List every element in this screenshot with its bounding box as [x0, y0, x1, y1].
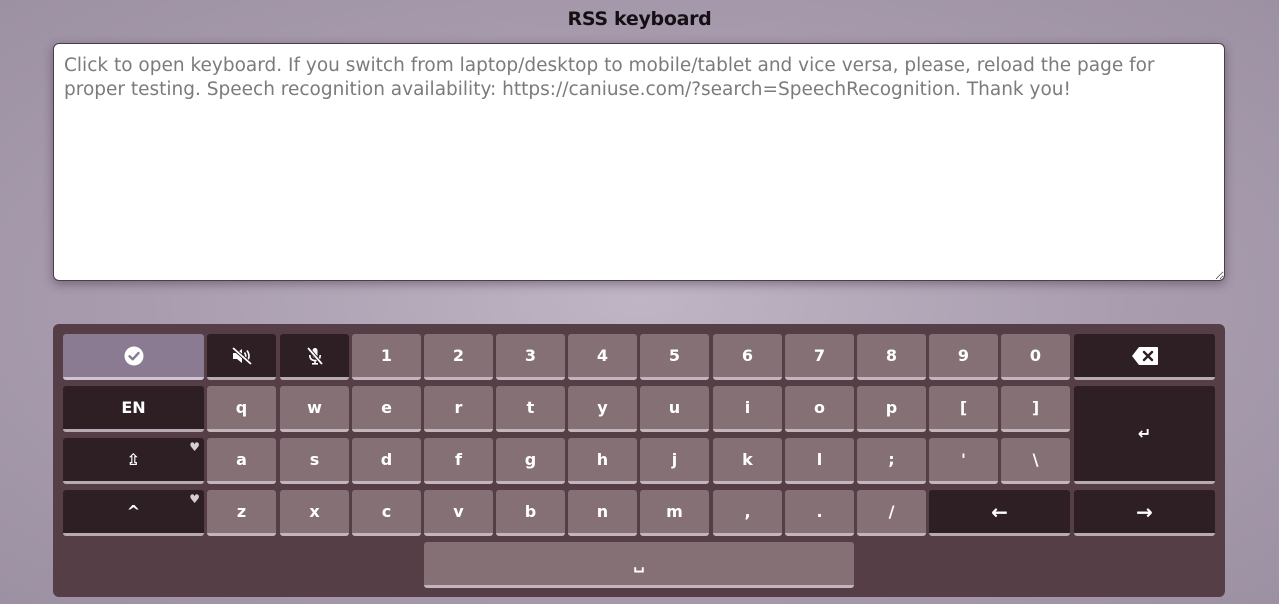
backspace-key[interactable]: [1074, 334, 1215, 380]
key-w[interactable]: w: [280, 386, 349, 432]
done-button[interactable]: [63, 334, 204, 380]
enter-key[interactable]: ↵: [1074, 386, 1215, 484]
key-backslash[interactable]: \: [1001, 438, 1070, 484]
key-n[interactable]: n: [568, 490, 637, 536]
arrow-right-key[interactable]: →: [1074, 490, 1215, 536]
key-k[interactable]: k: [713, 438, 782, 484]
key-period[interactable]: .: [785, 490, 854, 536]
key-t[interactable]: t: [496, 386, 565, 432]
key-0[interactable]: 0: [1001, 334, 1070, 380]
key-f[interactable]: f: [424, 438, 493, 484]
key-2[interactable]: 2: [424, 334, 493, 380]
caps-lock-key[interactable]: ⇫ ♥: [63, 438, 204, 484]
backspace-icon: [1131, 346, 1158, 365]
check-circle-icon: [124, 346, 144, 366]
key-3[interactable]: 3: [496, 334, 565, 380]
key-slash[interactable]: /: [857, 490, 926, 536]
shift-key[interactable]: ^ ♥: [63, 490, 204, 536]
key-l[interactable]: l: [785, 438, 854, 484]
key-b[interactable]: b: [496, 490, 565, 536]
key-quote[interactable]: ': [929, 438, 998, 484]
key-d[interactable]: d: [352, 438, 421, 484]
key-4[interactable]: 4: [568, 334, 637, 380]
key-u[interactable]: u: [640, 386, 709, 432]
key-5[interactable]: 5: [640, 334, 709, 380]
key-i[interactable]: i: [713, 386, 782, 432]
microphone-toggle-button[interactable]: [280, 334, 349, 380]
sound-toggle-button[interactable]: [207, 334, 276, 380]
space-key[interactable]: ␣: [424, 542, 854, 588]
key-h[interactable]: h: [568, 438, 637, 484]
shift-icon: ^: [126, 502, 141, 521]
key-7[interactable]: 7: [785, 334, 854, 380]
caps-lock-icon: ⇫: [126, 450, 141, 469]
key-x[interactable]: x: [280, 490, 349, 536]
key-a[interactable]: a: [207, 438, 276, 484]
volume-mute-icon: [231, 346, 252, 365]
key-p[interactable]: p: [857, 386, 926, 432]
text-input[interactable]: [53, 43, 1225, 281]
key-bracket-right[interactable]: ]: [1001, 386, 1070, 432]
virtual-keyboard: 1 2 3 4 5 6 7 8 9 0 EN q w e r t y u i o…: [53, 324, 1225, 597]
key-bracket-left[interactable]: [: [929, 386, 998, 432]
arrow-left-key[interactable]: ←: [929, 490, 1070, 536]
key-1[interactable]: 1: [352, 334, 421, 380]
key-e[interactable]: e: [352, 386, 421, 432]
key-r[interactable]: r: [424, 386, 493, 432]
key-z[interactable]: z: [207, 490, 276, 536]
key-6[interactable]: 6: [713, 334, 782, 380]
key-s[interactable]: s: [280, 438, 349, 484]
key-m[interactable]: m: [640, 490, 709, 536]
key-q[interactable]: q: [207, 386, 276, 432]
heart-icon: ♥: [189, 440, 200, 454]
key-semicolon[interactable]: ;: [857, 438, 926, 484]
key-v[interactable]: v: [424, 490, 493, 536]
key-8[interactable]: 8: [857, 334, 926, 380]
key-c[interactable]: c: [352, 490, 421, 536]
key-comma[interactable]: ,: [713, 490, 782, 536]
key-j[interactable]: j: [640, 438, 709, 484]
key-g[interactable]: g: [496, 438, 565, 484]
microphone-slash-icon: [306, 346, 324, 365]
key-o[interactable]: o: [785, 386, 854, 432]
heart-icon: ♥: [189, 492, 200, 506]
page-title: RSS keyboard: [567, 8, 712, 30]
language-key[interactable]: EN: [63, 386, 204, 432]
key-y[interactable]: y: [568, 386, 637, 432]
key-9[interactable]: 9: [929, 334, 998, 380]
